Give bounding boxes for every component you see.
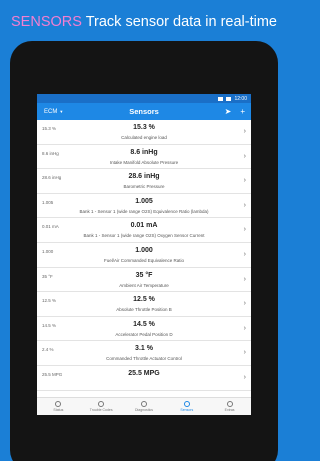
caret-down-icon: ▼ xyxy=(59,109,64,114)
chevron-right-icon: › xyxy=(243,373,246,381)
sensor-label: Intake Manifold Absolute Pressure xyxy=(109,159,179,165)
bottom-navigation: Status Trouble Codes Diagnostics Sensors… xyxy=(37,397,251,415)
chevron-right-icon: › xyxy=(243,324,246,332)
chevron-right-icon: › xyxy=(243,349,246,357)
sensor-label: Barometric Pressure xyxy=(123,184,165,190)
sensor-row[interactable]: 28.6 inHg 28.6 inHg Barometric Pressure … xyxy=(37,169,251,194)
sensor-row[interactable]: 12.5 % 12.5 % Absolute Throttle Position… xyxy=(37,292,251,317)
nav-label: Extras xyxy=(224,408,235,412)
sensor-row[interactable]: 14.5 % 14.5 % Accelerator Pedal Position… xyxy=(37,317,251,342)
chevron-right-icon: › xyxy=(243,226,246,234)
chevron-right-icon: › xyxy=(243,300,246,308)
status-icon xyxy=(55,401,62,407)
nav-sensors[interactable]: Sensors xyxy=(165,398,208,415)
sensor-value: 0.01 mA xyxy=(130,222,158,230)
toolbar: ECM ▼ Sensors ➤ + xyxy=(37,103,251,120)
chevron-right-icon: › xyxy=(243,177,246,185)
diagnostics-icon xyxy=(140,401,147,407)
sensor-value: 14.5 % xyxy=(133,320,155,328)
sensor-value: 3.1 % xyxy=(135,345,153,353)
nav-trouble-codes[interactable]: Trouble Codes xyxy=(80,398,123,415)
app-screen: 12:00 ECM ▼ Sensors ➤ + 15.3 % 15.3 % Ca… xyxy=(37,94,251,415)
nav-extras[interactable]: Extras xyxy=(208,398,251,415)
headline: SENSORS Track sensor data in real-time xyxy=(0,14,288,30)
sensor-label: Absolute Throttle Position B xyxy=(116,307,172,313)
chevron-right-icon: › xyxy=(243,152,246,160)
headline-strong: SENSORS xyxy=(11,14,82,30)
ecm-selector[interactable]: ECM ▼ xyxy=(37,109,87,115)
wifi-icon xyxy=(218,96,224,101)
sensor-row[interactable]: 2.4 % 3.1 % Commanded Throttle Actuator … xyxy=(37,341,251,366)
sensor-row[interactable]: 0.01 mA 0.01 mA Bank 1 - Sensor 1 (wide … xyxy=(37,218,251,243)
sensor-value: 15.3 % xyxy=(133,124,155,131)
ecm-label: ECM xyxy=(44,108,58,115)
sensor-value: 35 °F xyxy=(135,271,153,279)
sensor-value: 12.5 % xyxy=(133,296,155,304)
sensor-value: 8.6 inHg xyxy=(130,148,158,156)
chevron-right-icon: › xyxy=(243,275,246,283)
nav-status[interactable]: Status xyxy=(37,398,80,415)
chevron-right-icon: › xyxy=(243,128,246,135)
sensor-row[interactable]: 1.000 1.000 Fuel/Air Commanded Equivalen… xyxy=(37,243,251,268)
nav-label: Trouble Codes xyxy=(89,408,113,412)
sensor-row[interactable]: 35 °F 35 °F Ambient Air Temperature › xyxy=(37,268,251,293)
sensor-value: 25.5 MPG xyxy=(128,369,160,377)
trouble-codes-icon xyxy=(98,401,105,407)
chevron-right-icon: › xyxy=(243,250,246,258)
nav-label: Diagnostics xyxy=(134,408,154,412)
extras-icon xyxy=(226,401,233,407)
sensor-label: Bank 1 - Sensor 1 (wide range O2S) Equiv… xyxy=(79,208,209,214)
nav-label: Sensors xyxy=(180,408,194,412)
sensor-label: Bank 1 - Sensor 1 (wide range O2S) Oxyge… xyxy=(83,233,205,239)
nav-diagnostics[interactable]: Diagnostics xyxy=(123,398,166,415)
sensor-value: 28.6 inHg xyxy=(128,173,160,181)
sensor-row[interactable]: 8.6 inHg 8.6 inHg Intake Manifold Absolu… xyxy=(37,145,251,170)
sensor-label: Calculated engine load xyxy=(121,135,167,140)
nav-label: Status xyxy=(53,408,64,412)
status-bar: 12:00 xyxy=(37,94,251,103)
battery-icon xyxy=(226,96,232,101)
headline-rest: Track sensor data in real-time xyxy=(85,14,277,30)
sensor-row[interactable]: 1.005 1.005 Bank 1 - Sensor 1 (wide rang… xyxy=(37,194,251,219)
sensor-value: 1.000 xyxy=(135,246,153,254)
sensor-row[interactable]: 15.3 % 15.3 % Calculated engine load › xyxy=(37,120,251,145)
sensor-row[interactable]: 25.5 MPG 25.5 MPG › xyxy=(37,366,251,391)
chevron-right-icon: › xyxy=(243,201,246,209)
sensors-icon xyxy=(183,401,190,407)
send-icon[interactable]: ➤ xyxy=(225,107,232,116)
sensor-label: Accelerator Pedal Position D xyxy=(115,331,173,337)
sensor-value: 1.005 xyxy=(135,197,153,205)
sensor-label: Fuel/Air Commanded Equivalence Ratio xyxy=(103,257,185,263)
sensor-label: Commanded Throttle Actuator Control xyxy=(106,356,182,362)
sensor-label: Ambient Air Temperature xyxy=(119,282,169,288)
status-time: 12:00 xyxy=(234,95,247,102)
add-icon[interactable]: + xyxy=(240,107,245,116)
sensor-list: 15.3 % 15.3 % Calculated engine load › 8… xyxy=(37,120,251,397)
